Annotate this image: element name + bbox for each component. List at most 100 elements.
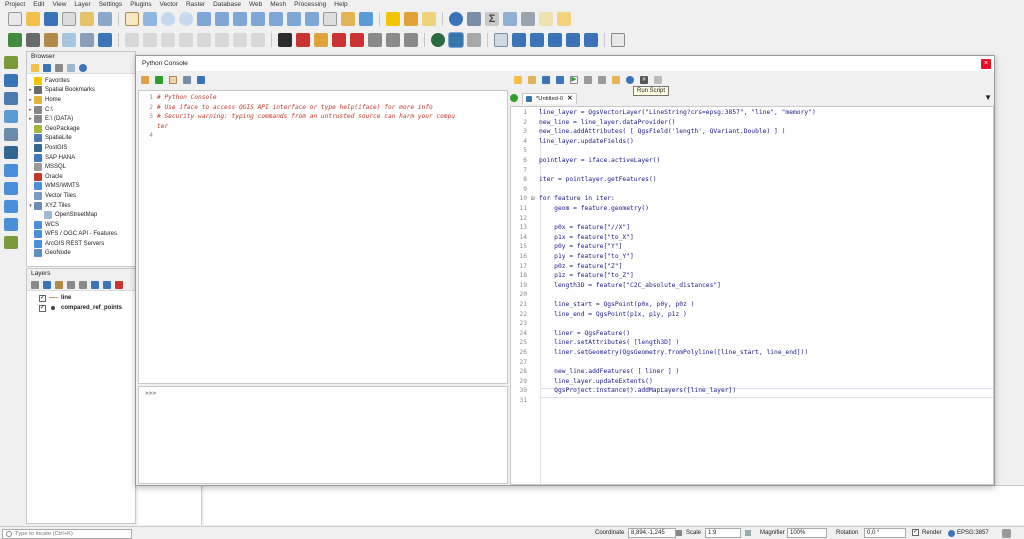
menu-project[interactable]: Project <box>5 0 25 9</box>
open-script-icon[interactable] <box>514 76 522 84</box>
close-button[interactable]: × <box>981 58 991 69</box>
pan-to-selection-icon[interactable] <box>143 12 157 26</box>
settings-gear-icon[interactable] <box>467 12 481 26</box>
zoom-in-icon[interactable] <box>161 12 175 26</box>
add-mesh-layer-icon[interactable] <box>4 92 18 105</box>
zoom-next-icon[interactable] <box>305 12 319 26</box>
browser-item[interactable]: SpatiaLite <box>27 134 135 144</box>
measure-icon[interactable] <box>503 12 517 26</box>
filter-icon[interactable] <box>55 63 63 72</box>
add-raster-layer-icon[interactable] <box>4 74 18 87</box>
run-command-icon[interactable] <box>155 76 163 84</box>
new-project-icon[interactable] <box>8 12 22 26</box>
cut-icon[interactable] <box>584 76 592 84</box>
zoom-last-icon[interactable] <box>287 12 301 26</box>
menu-view[interactable]: View <box>52 0 66 9</box>
menu-web[interactable]: Web <box>249 0 262 9</box>
tab-list-icon[interactable]: ▼ <box>984 93 992 102</box>
browser-item[interactable]: ▸ C:\ <box>27 105 135 115</box>
menu-raster[interactable]: Raster <box>186 0 205 9</box>
collapse-all-icon[interactable] <box>103 280 111 289</box>
crs-label[interactable]: EPSG:3857 <box>957 530 989 536</box>
save-icon[interactable] <box>542 76 550 84</box>
add-part-icon[interactable] <box>566 33 580 47</box>
zoom-to-selection-icon[interactable] <box>233 12 247 26</box>
add-virtual-layer-icon[interactable] <box>4 236 18 249</box>
add-vector-layer-icon[interactable] <box>4 56 18 69</box>
add-arcgis-icon[interactable] <box>4 218 18 231</box>
add-feature-icon[interactable] <box>98 33 112 47</box>
rotate-label-icon[interactable] <box>386 33 400 47</box>
browser-item[interactable]: ▸ Spatial Bookmarks <box>27 86 135 96</box>
vertex-tool-icon[interactable] <box>62 33 76 47</box>
fold-marker-icon[interactable]: ⊟ <box>531 194 539 204</box>
crs-globe-icon[interactable] <box>948 530 955 537</box>
browser-item[interactable]: GeoNode <box>27 249 135 259</box>
add-postgis-icon[interactable] <box>4 146 18 159</box>
zoom-out-icon[interactable] <box>179 12 193 26</box>
search-icon[interactable] <box>449 12 463 26</box>
options-icon[interactable] <box>183 76 191 84</box>
expand-arrow-icon[interactable]: ▸ <box>27 107 34 113</box>
open-in-external-editor-icon[interactable] <box>528 76 536 84</box>
tab-untitled[interactable]: *Untitled-0 ✕ <box>522 92 577 104</box>
find-icon[interactable] <box>626 76 634 84</box>
zoom-rubber-band-icon[interactable] <box>197 12 211 26</box>
annotation-icon[interactable] <box>539 12 553 26</box>
refresh-icon[interactable] <box>43 63 51 72</box>
new-print-layout-icon[interactable] <box>62 12 76 26</box>
ruler-icon[interactable] <box>521 12 535 26</box>
add-ring-icon[interactable] <box>548 33 562 47</box>
browser-item[interactable]: OpenStreetMap <box>27 210 135 220</box>
toggle-editing-icon[interactable] <box>26 33 40 47</box>
menu-processing[interactable]: Processing <box>294 0 326 9</box>
locator-bar[interactable]: Type to locate (Ctrl+K) <box>2 529 132 539</box>
layer-visibility-checkbox[interactable]: ✓ <box>39 304 46 312</box>
new-map-view-icon[interactable] <box>323 12 337 26</box>
filter-legend-icon[interactable] <box>67 280 75 289</box>
layer-item[interactable]: ✓ compared_ref_points <box>27 303 135 313</box>
zoom-full-icon[interactable] <box>215 12 229 26</box>
map-themes-icon[interactable] <box>55 280 63 289</box>
browser-item[interactable]: SAP HANA <box>27 153 135 163</box>
zoom-native-icon[interactable] <box>269 12 283 26</box>
browser-item[interactable]: Oracle <box>27 172 135 182</box>
lock-scale-icon[interactable] <box>745 530 751 536</box>
code-editor[interactable]: 1 line_layer = QgsVectorLayer("LineString… <box>510 106 994 485</box>
add-geopackage-icon[interactable] <box>4 128 18 141</box>
paste-icon[interactable] <box>612 76 620 84</box>
diagram-tool-icon[interactable] <box>296 33 310 47</box>
browser-item[interactable]: WFS / OGC API - Features <box>27 230 135 240</box>
browser-item[interactable]: ▸ E:\ (DATA) <box>27 114 135 124</box>
map-tips-icon[interactable] <box>557 12 571 26</box>
python-console-icon[interactable] <box>448 32 464 48</box>
browser-item[interactable]: WMS/WMTS <box>27 182 135 192</box>
browser-item[interactable]: ArcGIS REST Servers <box>27 239 135 249</box>
add-group-icon[interactable] <box>43 280 51 289</box>
select-features-icon[interactable] <box>404 12 418 26</box>
change-label-icon[interactable] <box>404 33 418 47</box>
current-edits-icon[interactable] <box>8 33 22 47</box>
expand-arrow-icon[interactable]: ▾ <box>27 203 34 209</box>
help-icon[interactable] <box>197 76 205 84</box>
fill-ring-icon[interactable] <box>584 33 598 47</box>
menu-mesh[interactable]: Mesh <box>270 0 286 9</box>
menu-help[interactable]: Help <box>334 0 347 9</box>
save-project-icon[interactable] <box>44 12 58 26</box>
expand-arrow-icon[interactable]: ▸ <box>27 87 34 93</box>
magnifier-field[interactable]: 100% <box>787 528 827 538</box>
show-hide-labels-icon[interactable] <box>350 33 364 47</box>
console-input[interactable]: >>> <box>138 386 508 484</box>
expand-all-icon[interactable] <box>91 280 99 289</box>
browser-item[interactable]: PostGIS <box>27 143 135 153</box>
deselect-icon[interactable] <box>422 12 436 26</box>
layer-item[interactable]: ✓ line <box>27 293 135 303</box>
render-checkbox[interactable]: ✓ <box>912 529 919 536</box>
map-canvas[interactable] <box>204 485 1024 525</box>
browser-item[interactable]: ▾ XYZ Tiles <box>27 201 135 211</box>
expand-arrow-icon[interactable]: ▸ <box>27 116 34 122</box>
add-selected-layers-icon[interactable] <box>31 63 39 72</box>
menu-vector[interactable]: Vector <box>160 0 178 9</box>
statistics-sum-icon[interactable]: Σ <box>485 12 499 26</box>
layer-visibility-checkbox[interactable]: ✓ <box>39 294 46 302</box>
